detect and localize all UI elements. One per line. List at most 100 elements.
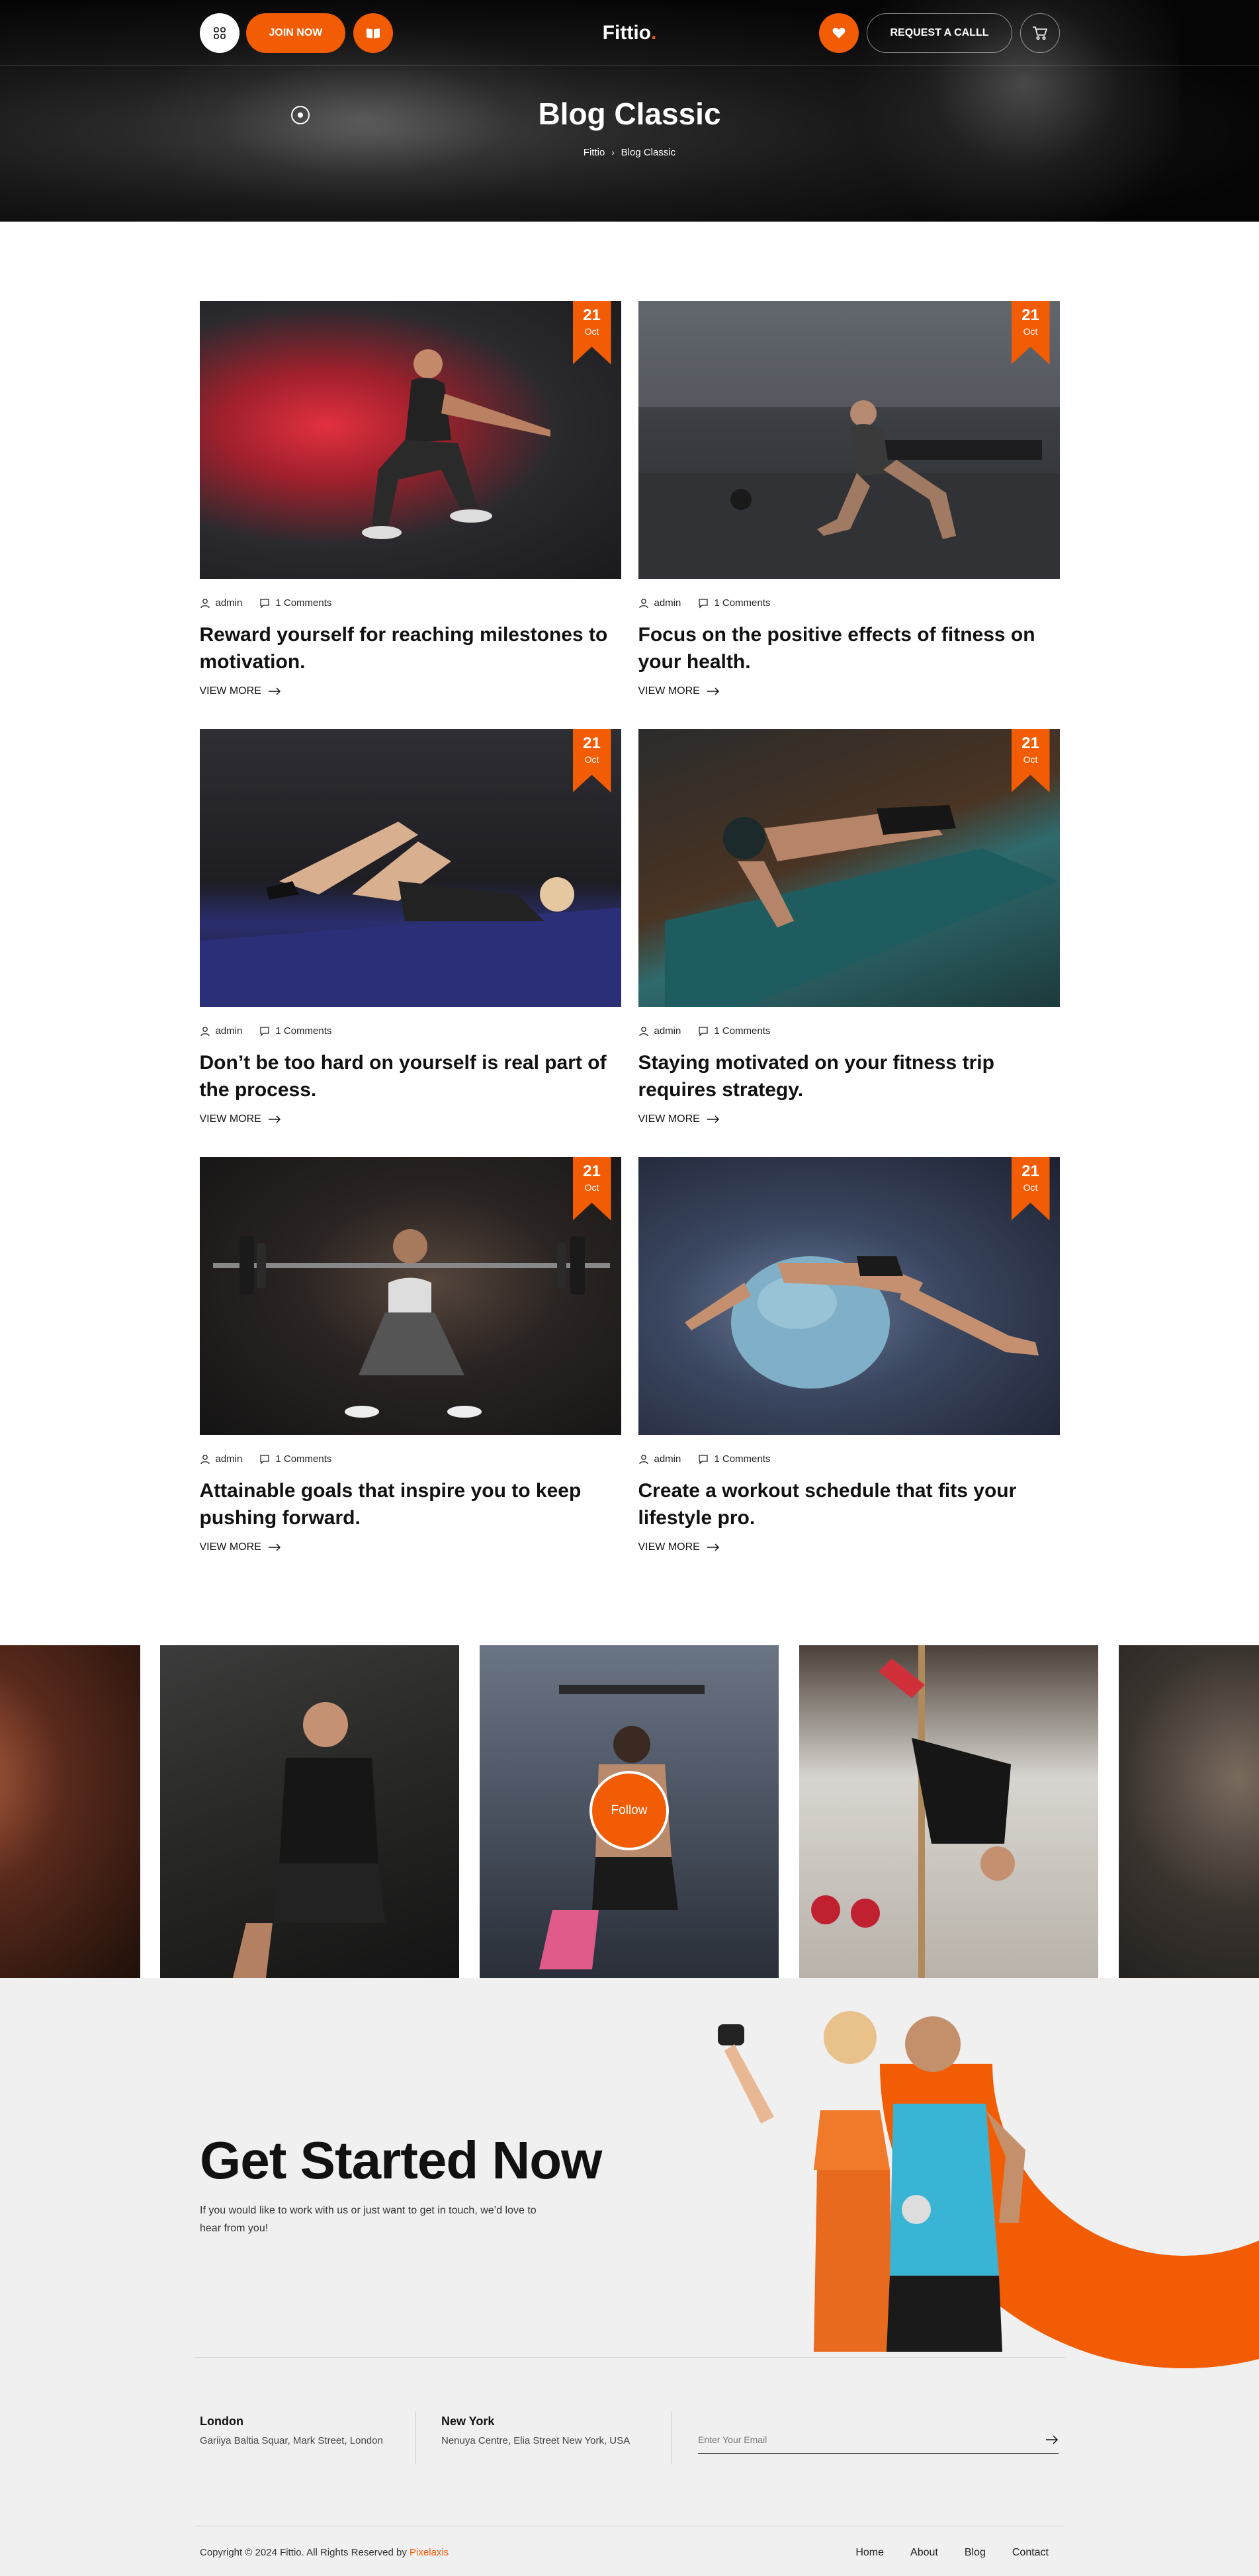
blog-card: 21 Oct admin 1 Comments Don’t be too hard… — [199, 729, 621, 1157]
comment-icon — [699, 1454, 709, 1465]
site-logo[interactable]: Fittio. — [603, 22, 657, 44]
view-more-link[interactable]: VIEW MORE — [638, 1113, 1060, 1125]
office-city: London — [200, 2415, 243, 2428]
post-title[interactable]: Don’t be too hard on yourself is real pa… — [200, 1050, 621, 1103]
instagram-follow-button[interactable]: Follow — [589, 1771, 669, 1850]
post-image-barbell[interactable]: 21 Oct — [199, 1157, 621, 1435]
blog-card: 21 Oct admin 1 Comments Create a workout … — [638, 1157, 1060, 1585]
view-more-link[interactable]: VIEW MORE — [638, 685, 1060, 697]
date-day: 21 — [1021, 306, 1039, 324]
comment-icon — [260, 598, 270, 609]
view-more-link[interactable]: VIEW MORE — [200, 685, 621, 697]
footer-link-about[interactable]: About — [910, 2547, 938, 2559]
footer-divider — [195, 2357, 1065, 2358]
post-comments[interactable]: 1 Comments — [698, 597, 770, 609]
join-now-button[interactable]: JOIN NOW — [245, 13, 346, 53]
date-month: Oct — [1023, 1182, 1038, 1193]
post-title[interactable]: Create a workout schedule that fits your… — [638, 1478, 1060, 1531]
view-more-link[interactable]: VIEW MORE — [200, 1541, 621, 1553]
post-title[interactable]: Attainable goals that inspire you to kee… — [200, 1478, 621, 1531]
user-icon — [638, 1454, 648, 1464]
view-more-label: VIEW MORE — [199, 1113, 261, 1125]
footer-link-home[interactable]: Home — [855, 2547, 884, 2559]
post-author[interactable]: admin — [200, 597, 242, 609]
logo-dot: . — [650, 22, 657, 44]
date-month: Oct — [1023, 326, 1038, 337]
post-comments[interactable]: 1 Comments — [259, 1025, 331, 1037]
post-date-badge: 21 Oct — [572, 301, 611, 365]
request-call-button[interactable]: REQUEST A CALLL — [867, 13, 1012, 53]
date-month: Oct — [584, 754, 599, 765]
copyright-text: Copyright © 2024 Fittio. All Rights Rese… — [200, 2547, 449, 2558]
date-month: Oct — [584, 1182, 599, 1193]
cart-button[interactable] — [1020, 13, 1060, 53]
arrow-right-icon — [268, 687, 281, 695]
footer-link-contact[interactable]: Contact — [1012, 2547, 1049, 2559]
author-name: admin — [654, 1453, 681, 1465]
newsletter-email-input[interactable] — [698, 2434, 1016, 2445]
view-more-label: VIEW MORE — [199, 1541, 261, 1553]
copyright-prefix: Copyright © 2024 Fittio. All Rights Rese… — [200, 2547, 410, 2558]
post-image-pushup[interactable]: 21 Oct — [638, 729, 1060, 1007]
cart-icon — [1032, 26, 1047, 40]
blog-card: 21 Oct admin 1 Comments Staying motivated… — [638, 729, 1060, 1157]
post-author[interactable]: admin — [638, 1453, 681, 1465]
barbell-scene — [212, 1229, 610, 1418]
date-month: Oct — [1023, 754, 1038, 765]
date-day: 21 — [583, 306, 601, 324]
comments-count: 1 Comments — [275, 1453, 332, 1465]
book-button[interactable] — [353, 13, 394, 53]
gallery-image-rope-climb[interactable] — [799, 1645, 1098, 1978]
gallery-image-dumbbell[interactable] — [1119, 1645, 1259, 1978]
arrow-right-icon — [707, 687, 719, 695]
blog-card: 21 Oct admin 1 Comments Attainable goals … — [199, 1157, 621, 1585]
breadcrumb: Fittio › Blog Classic — [0, 147, 1259, 158]
get-started-section: Get Started Now If you would like to wor… — [0, 1978, 1259, 2576]
gallery-image-cable-row[interactable] — [160, 1645, 459, 1978]
post-author[interactable]: admin — [200, 1453, 242, 1465]
post-author[interactable]: admin — [638, 597, 681, 609]
date-day: 21 — [583, 734, 601, 752]
post-image-exercise-ball[interactable]: 21 Oct — [638, 1157, 1060, 1435]
view-more-link[interactable]: VIEW MORE — [638, 1541, 1060, 1553]
gallery-image-runner[interactable] — [0, 1645, 140, 1978]
post-author[interactable]: admin — [638, 1025, 681, 1037]
post-title[interactable]: Focus on the positive effects of fitness… — [638, 622, 1060, 675]
wishlist-button[interactable] — [819, 13, 859, 53]
office-city: New York — [441, 2415, 495, 2428]
comments-count: 1 Comments — [714, 1453, 771, 1465]
athlete-silhouette — [361, 349, 550, 539]
get-started-heading: Get Started Now — [200, 2131, 602, 2190]
office-divider — [415, 2411, 416, 2464]
post-image-crunches[interactable]: 21 Oct — [199, 729, 621, 1007]
user-icon — [200, 598, 210, 608]
office-address: Nenuya Centre, Elia Street New York, USA — [441, 2435, 630, 2446]
view-more-label: VIEW MORE — [638, 685, 700, 697]
comments-count: 1 Comments — [714, 597, 771, 609]
post-image-gym-bench[interactable]: 21 Oct — [638, 301, 1060, 579]
post-comments[interactable]: 1 Comments — [259, 1453, 331, 1465]
post-title[interactable]: Staying motivated on your fitness trip r… — [638, 1050, 1060, 1103]
post-title[interactable]: Reward yourself for reaching milestones … — [200, 622, 621, 675]
view-more-link[interactable]: VIEW MORE — [200, 1113, 621, 1125]
arrow-right-icon — [707, 1543, 719, 1551]
footer-link-blog[interactable]: Blog — [965, 2547, 986, 2559]
post-author[interactable]: admin — [200, 1025, 242, 1037]
copyright-brand-link[interactable]: Pixelaxis — [410, 2547, 449, 2558]
comments-count: 1 Comments — [714, 1025, 771, 1037]
send-arrow-icon[interactable] — [1045, 2435, 1059, 2444]
user-icon — [638, 1026, 648, 1036]
breadcrumb-home-link[interactable]: Fittio — [584, 147, 605, 158]
ball-scene — [684, 1256, 1039, 1389]
get-started-text: If you would like to work with us or jus… — [200, 2205, 537, 2235]
post-comments[interactable]: 1 Comments — [259, 597, 331, 609]
post-comments[interactable]: 1 Comments — [698, 1453, 770, 1465]
menu-grid-button[interactable] — [199, 13, 239, 53]
comment-icon — [260, 1454, 270, 1465]
post-comments[interactable]: 1 Comments — [698, 1025, 770, 1037]
author-name: admin — [654, 597, 681, 609]
comment-icon — [699, 598, 709, 609]
office-london: London Gariiya Baltia Squar, Mark Street… — [200, 2415, 385, 2450]
view-more-label: VIEW MORE — [638, 1113, 700, 1125]
post-image-squat[interactable]: 21 Oct — [199, 301, 621, 579]
